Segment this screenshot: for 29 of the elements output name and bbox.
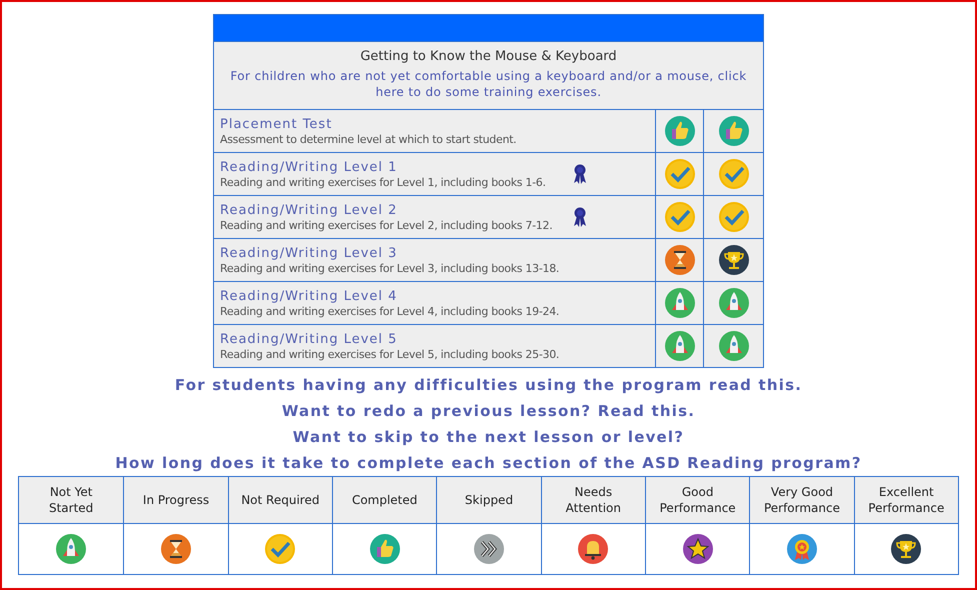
legend-label: Not Yet Started — [48, 484, 94, 516]
legend-label: Not Required — [241, 492, 320, 508]
legend-label: Very Good Performance — [762, 484, 841, 516]
training-link[interactable]: For children who are not yet comfortable using a keyboard and/or a mouse, click here to do some training exercises. — [218, 68, 759, 100]
lesson-description: Reading and writing exercises for Level 5, including books 25-30. — [220, 348, 560, 360]
legend-label: Needs Attention — [564, 484, 622, 516]
legend-label: Excellent Performance — [867, 484, 946, 516]
lesson-description: Reading and writing exercises for Level 2, including books 7-12. — [220, 218, 554, 232]
lesson-title[interactable]: Reading/Writing Level 1 — [220, 160, 573, 174]
legend-label: In Progress — [142, 492, 210, 508]
lesson-title[interactable]: Placement Test — [220, 116, 649, 132]
lesson-description: Assessment to determine level at which to start student. — [220, 132, 518, 146]
lesson-description: Reading and writing exercises for Level 1, including books 1-6. — [220, 176, 547, 188]
ribbon-icon — [573, 206, 587, 228]
ribbon-icon — [573, 163, 587, 185]
intro-title: Getting to Know the Mouse & Keyboard — [360, 49, 617, 64]
lesson-title[interactable]: Reading/Writing Level 3 — [220, 246, 649, 260]
help-link[interactable]: How long does it take to complete each section of the ASD Reading program? — [115, 450, 862, 476]
legend-label: Completed — [352, 492, 418, 508]
lesson-description: Reading and writing exercises for Level 4, including books 19-24. — [220, 304, 560, 318]
lesson-description: Reading and writing exercises for Level 3, including books 13-18. — [220, 262, 560, 274]
lesson-title[interactable]: Reading/Writing Level 5 — [220, 332, 649, 346]
lesson-title[interactable]: Reading/Writing Level 2 — [220, 202, 573, 218]
help-link[interactable]: Want to redo a previous lesson? Read this. — [282, 398, 696, 424]
legend-label: Good Performance — [658, 484, 737, 516]
lesson-title[interactable]: Reading/Writing Level 4 — [220, 288, 649, 304]
help-link[interactable]: Want to skip to the next lesson or level? — [292, 424, 684, 450]
legend-label: Skipped — [464, 492, 514, 508]
help-link[interactable]: For students having any difficulties using the program read this. — [174, 372, 802, 398]
